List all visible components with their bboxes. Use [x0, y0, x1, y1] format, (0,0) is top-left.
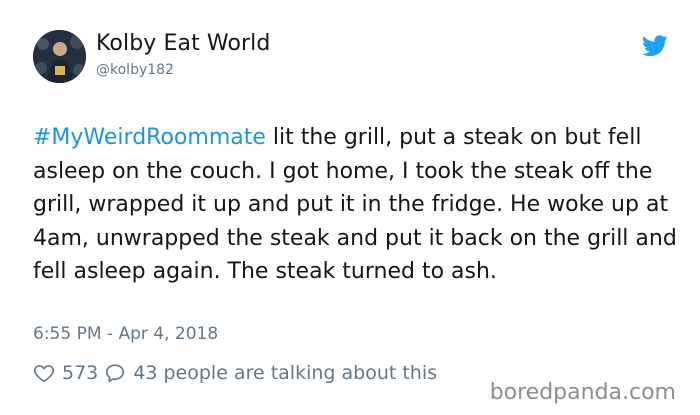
avatar-photo	[33, 30, 86, 83]
tweet-card: Kolby Eat World @kolby182 #MyWeirdRoomma…	[0, 0, 700, 415]
talking-count[interactable]: 43 people are talking about this	[133, 362, 437, 384]
hashtag-link[interactable]: #MyWeirdRoommate	[33, 125, 266, 150]
engagement-bar: 573 43 people are talking about this	[33, 360, 437, 386]
twitter-bird-icon[interactable]	[642, 35, 668, 57]
heart-outline-icon[interactable]	[33, 362, 55, 384]
author-name[interactable]: Kolby Eat World	[96, 31, 270, 56]
like-count: 573	[62, 362, 99, 384]
avatar[interactable]	[33, 30, 86, 83]
author-handle[interactable]: @kolby182	[96, 62, 174, 78]
speech-bubble-icon[interactable]	[104, 362, 126, 384]
tweet-text: #MyWeirdRoommate lit the grill, put a st…	[33, 121, 683, 289]
watermark-text: boredpanda.com	[479, 376, 684, 409]
tweet-timestamp[interactable]: 6:55 PM - Apr 4, 2018	[33, 324, 218, 344]
